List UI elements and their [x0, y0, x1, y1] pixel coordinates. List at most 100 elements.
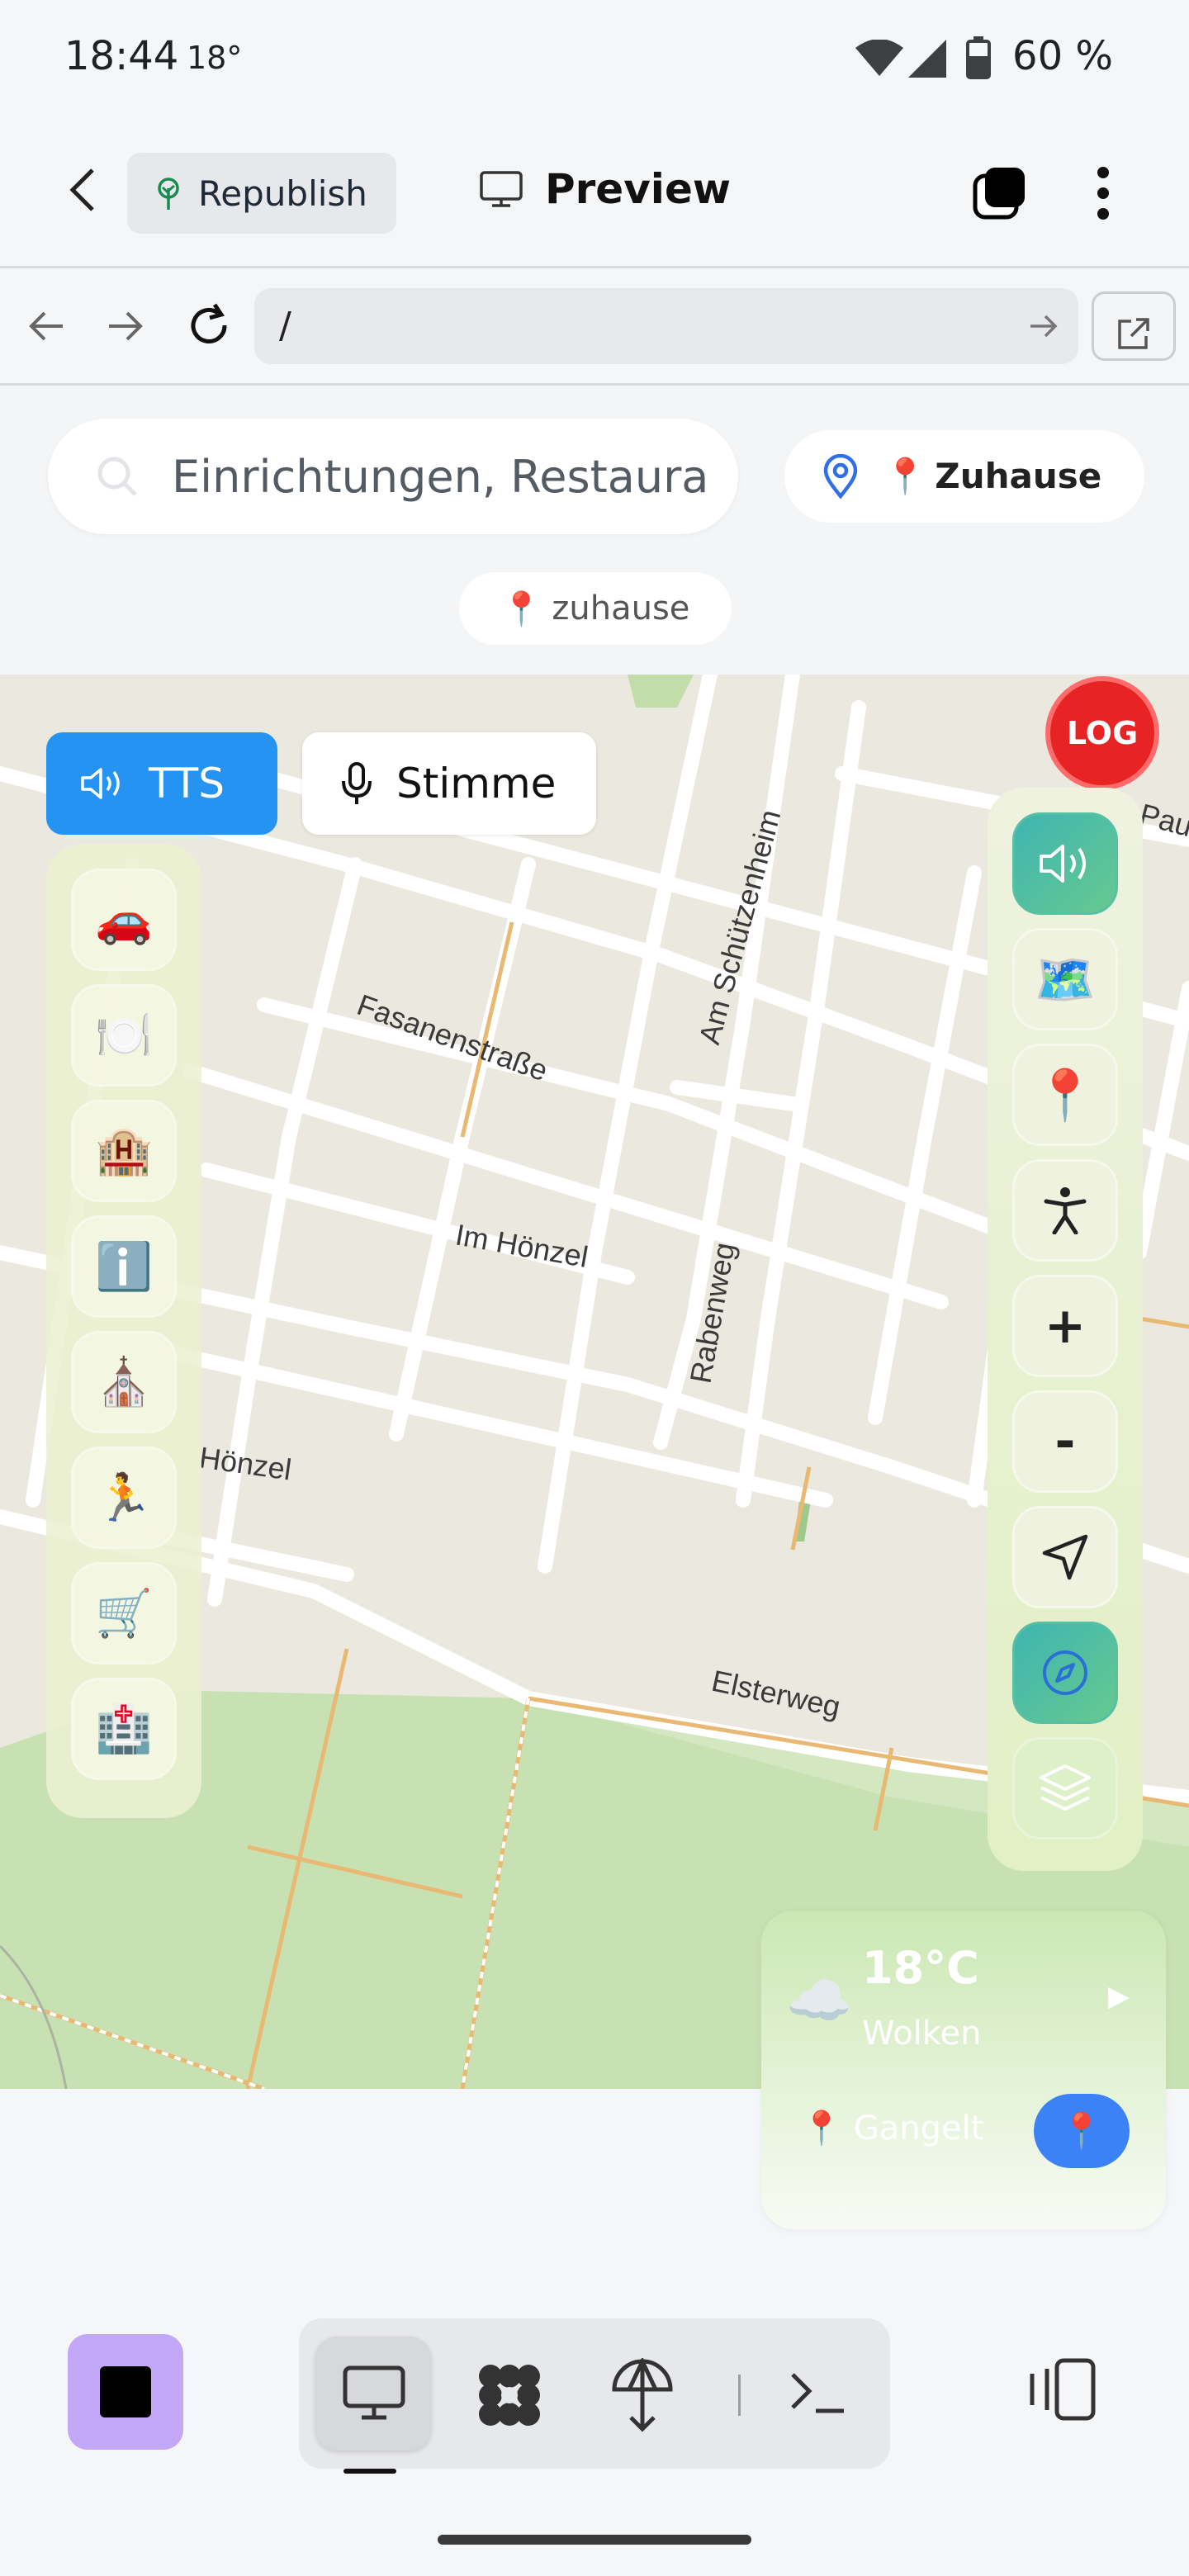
url-text: /	[279, 305, 291, 347]
log-button[interactable]: LOG	[1045, 676, 1159, 790]
category-food-button[interactable]: 🍽️	[71, 984, 177, 1087]
food-icon: 🍽️	[95, 1009, 153, 1063]
accessibility-icon	[1043, 1186, 1087, 1234]
category-sport-button[interactable]: 🏃	[71, 1447, 177, 1549]
minus-icon: -	[1054, 1413, 1076, 1470]
reload-icon[interactable]	[185, 301, 233, 349]
hospital-icon: 🏥	[95, 1702, 153, 1756]
terminal-icon[interactable]	[789, 2368, 847, 2417]
place-marker-button[interactable]: 📍	[1012, 1044, 1118, 1146]
category-info-button[interactable]: ℹ️	[71, 1215, 177, 1318]
search-icon	[96, 455, 139, 498]
voice-label: Stimme	[396, 760, 557, 807]
location-marker-icon	[822, 454, 859, 499]
log-label: LOG	[1066, 715, 1139, 751]
weather-card[interactable]: ☁️ 18°C Wolken ▶ 📍 Gangelt 📍	[761, 1911, 1166, 2229]
go-arrow-icon[interactable]	[1029, 313, 1059, 339]
stop-icon	[100, 2366, 151, 2417]
app-stop-button[interactable]	[68, 2334, 183, 2450]
search-placeholder: Einrichtungen, Restaura	[172, 450, 709, 503]
wifi-icon	[855, 39, 903, 79]
category-church-button[interactable]: ⛪	[71, 1331, 177, 1433]
home-location-button[interactable]: 📍 Zuhause	[784, 430, 1144, 523]
split-view-icon[interactable]	[1026, 2357, 1097, 2422]
play-icon[interactable]: ▶	[1108, 1980, 1130, 2013]
accessibility-button[interactable]	[1012, 1159, 1118, 1262]
category-hospital-button[interactable]: 🏥	[71, 1678, 177, 1780]
speaker-icon	[1038, 841, 1092, 886]
pin-icon: 📍	[500, 590, 542, 628]
search-header: Einrichtungen, Restaura 📍 Zuhause 📍 zuha…	[0, 386, 1189, 675]
open-external-button[interactable]	[1092, 291, 1176, 361]
browser-forward-icon[interactable]	[104, 305, 147, 348]
tree-icon	[154, 177, 183, 210]
gesture-bar[interactable]	[438, 2535, 751, 2545]
battery-icon	[966, 36, 991, 83]
browser-back-icon[interactable]	[25, 305, 68, 348]
pin-icon: 📍	[1034, 1066, 1097, 1125]
weather-temperature: 18°C	[862, 1942, 979, 1994]
category-panel: 🚗 🍽️ 🏨 ℹ️ ⛪ 🏃 🛒 🏥	[46, 844, 201, 1818]
desktop-icon	[342, 2365, 406, 2422]
cart-icon: 🛒	[95, 1587, 153, 1641]
divider	[738, 2375, 741, 2416]
signal-icon	[908, 40, 946, 81]
tts-label: TTS	[149, 760, 225, 807]
info-icon: ℹ️	[95, 1240, 153, 1294]
status-temperature: 18°	[187, 40, 243, 76]
speaker-icon	[79, 765, 124, 803]
deploy-icon[interactable]	[609, 2358, 675, 2432]
home-chip-label: Zuhause	[935, 456, 1102, 496]
tts-button[interactable]: TTS	[46, 732, 277, 835]
church-icon: ⛪	[95, 1356, 153, 1409]
status-bar: 18:44 18° 60 %	[0, 0, 1189, 116]
map-style-button[interactable]: 🗺️	[1012, 928, 1118, 1030]
layers-icon	[1038, 1763, 1092, 1814]
navigation-arrow-icon	[1041, 1533, 1089, 1581]
compass-button[interactable]	[1012, 1622, 1118, 1724]
bottom-navigation	[0, 2275, 1189, 2576]
compass-icon	[1040, 1648, 1090, 1698]
url-input[interactable]: /	[254, 288, 1078, 364]
browser-url-bar: /	[0, 268, 1189, 386]
zoom-out-button[interactable]: -	[1012, 1390, 1118, 1493]
desktop-view-tab[interactable]	[315, 2337, 431, 2451]
republish-button[interactable]: Republish	[127, 153, 396, 234]
voice-button[interactable]: Stimme	[302, 732, 596, 835]
category-car-button[interactable]: 🚗	[71, 869, 177, 971]
saved-place-label: zuhause	[552, 590, 690, 627]
pin-icon: 📍	[801, 2110, 842, 2147]
weather-location: 📍 Gangelt	[801, 2109, 983, 2148]
editor-toolbar: Republish Preview	[0, 116, 1189, 268]
microphone-icon	[340, 761, 373, 806]
hotel-icon: 🏨	[95, 1125, 153, 1178]
category-hotel-button[interactable]: 🏨	[71, 1100, 177, 1202]
battery-level: 60 %	[1012, 33, 1113, 79]
zoom-in-button[interactable]: +	[1012, 1275, 1118, 1377]
runner-icon: 🏃	[95, 1471, 153, 1525]
weather-locate-button[interactable]: 📍	[1034, 2094, 1130, 2168]
home-chip-text: 📍 Zuhause	[883, 456, 1101, 497]
sound-toggle-button[interactable]	[1012, 812, 1118, 915]
clock: 18:44	[64, 33, 179, 79]
more-options-icon[interactable]	[1087, 162, 1120, 225]
category-shopping-button[interactable]: 🛒	[71, 1562, 177, 1664]
monitor-icon	[479, 170, 523, 208]
back-arrow-icon[interactable]	[58, 165, 107, 215]
saved-place-chip[interactable]: 📍 zuhause	[459, 572, 732, 645]
world-map-icon: 🗺️	[1034, 950, 1097, 1009]
map-controls-panel: 🗺️ 📍 + -	[988, 788, 1143, 1871]
components-icon[interactable]	[474, 2360, 545, 2431]
navigate-button[interactable]	[1012, 1506, 1118, 1608]
cloud-icon: ☁️	[786, 1971, 852, 2032]
search-input[interactable]: Einrichtungen, Restaura	[48, 419, 738, 534]
layers-button[interactable]	[1012, 1737, 1118, 1840]
view-switcher	[299, 2318, 890, 2469]
tabs-icon[interactable]	[971, 165, 1029, 223]
car-icon: 🚗	[95, 893, 153, 947]
republish-label: Republish	[198, 173, 367, 214]
preview-label: Preview	[545, 165, 732, 213]
preview-button[interactable]: Preview	[479, 165, 731, 213]
pin-icon: 📍	[1059, 2110, 1104, 2151]
red-pin-icon: 📍	[883, 456, 927, 496]
